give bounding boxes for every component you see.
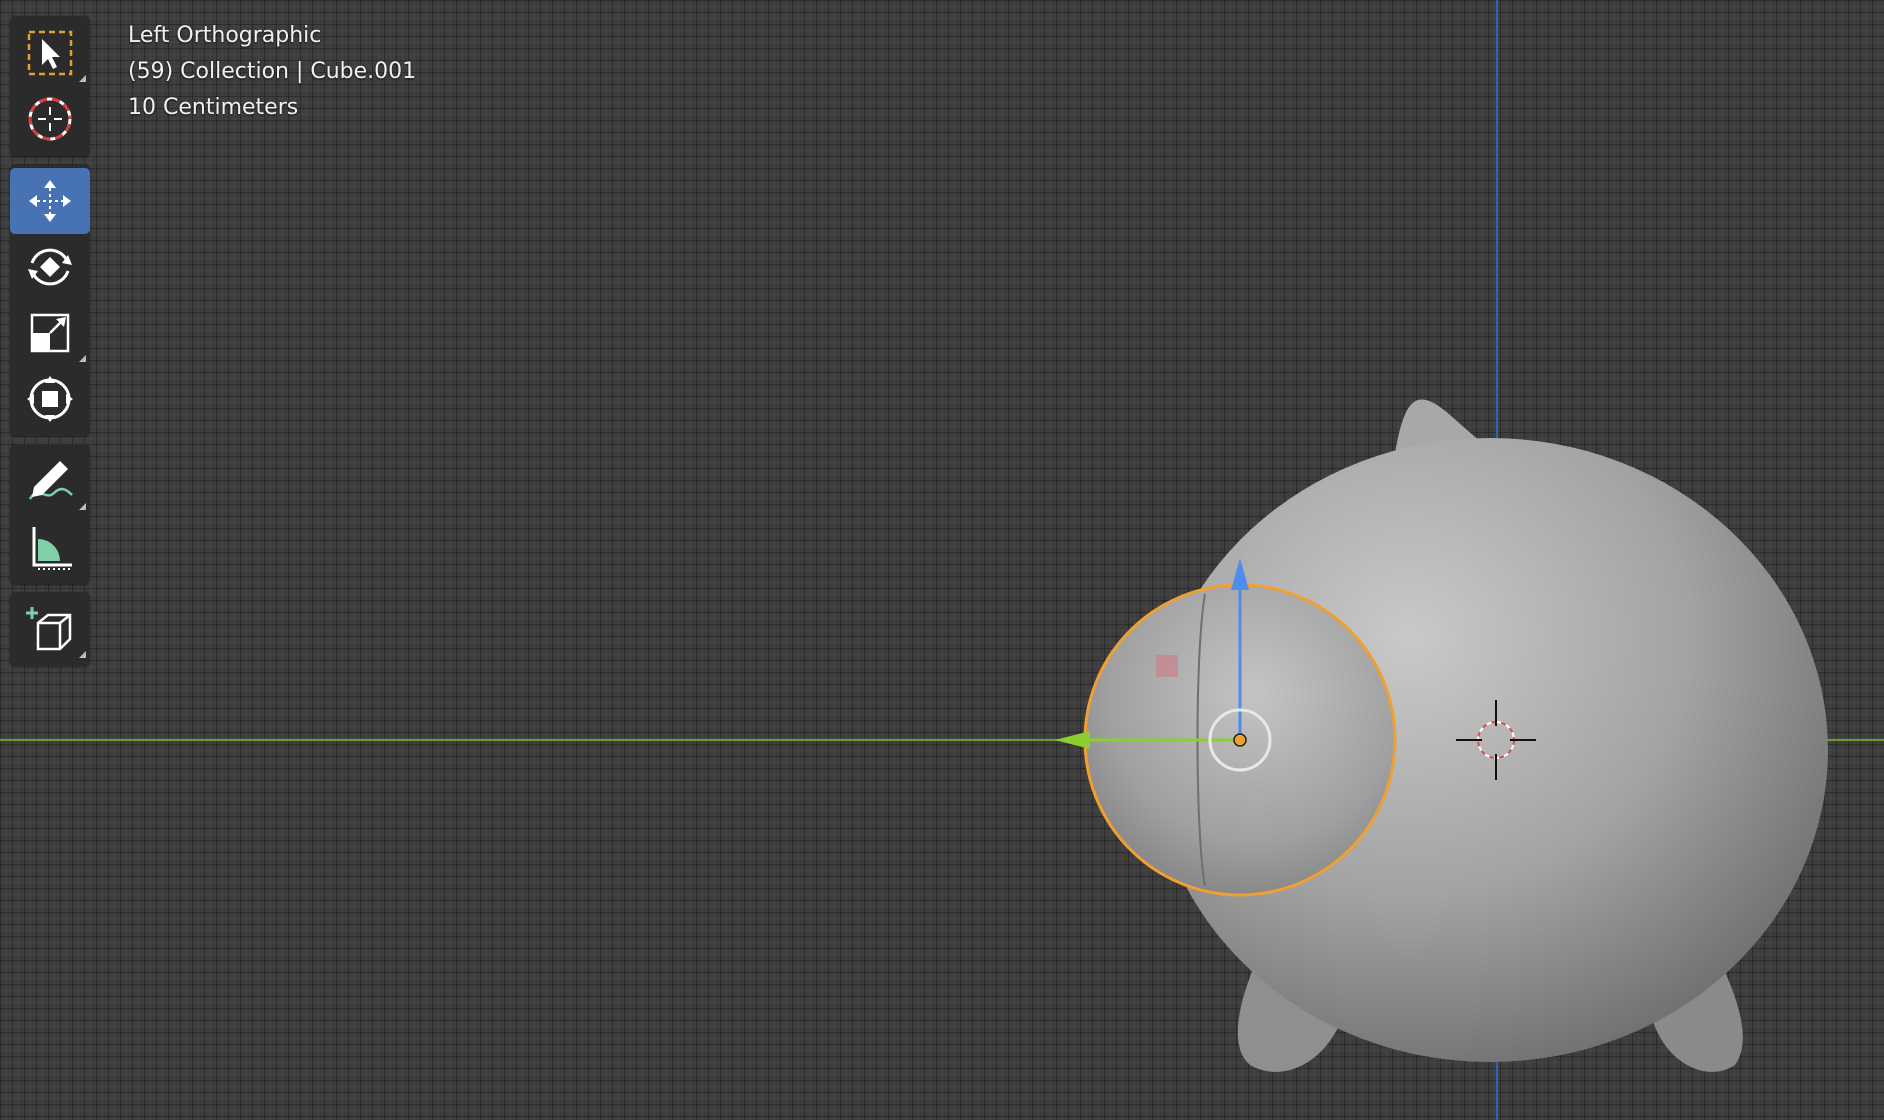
object-info: (59) Collection | Cube.001 [128,59,417,84]
move-tool[interactable] [10,168,90,234]
tool-shelf [10,16,90,674]
annotate-icon [28,461,73,500]
measure-icon [32,527,72,570]
annotate-tool[interactable] [10,448,90,514]
scale-icon [30,313,70,353]
pig-model[interactable] [0,0,1884,1120]
view-name: Left Orthographic [128,23,322,48]
select-box-icon [27,30,73,76]
add-cube-tool[interactable] [10,596,90,662]
pivot-marker [1156,655,1178,677]
transform-tool[interactable] [10,366,90,432]
y-arrow-icon[interactable] [1055,731,1090,749]
scale-tool[interactable] [10,300,90,366]
select-box-tool[interactable] [10,20,90,86]
3d-viewport[interactable]: Left Orthographic (59) Collection | Cube… [0,0,1884,1120]
viewport-info: Left Orthographic (59) Collection | Cube… [128,18,416,126]
move-icon [29,180,71,222]
rotate-icon [28,248,72,286]
measure-tool[interactable] [10,514,90,580]
tool-group-annotate [10,444,90,584]
rotate-tool[interactable] [10,234,90,300]
transform-icon [27,376,73,422]
tool-group-transform [10,164,90,436]
tool-group-select [10,16,90,156]
cursor-tool[interactable] [10,86,90,152]
grid-scale: 10 Centimeters [128,95,299,120]
origin-dot [1233,733,1247,747]
cursor-icon [28,97,72,141]
add-cube-icon [26,607,72,651]
tool-group-add [10,592,90,666]
